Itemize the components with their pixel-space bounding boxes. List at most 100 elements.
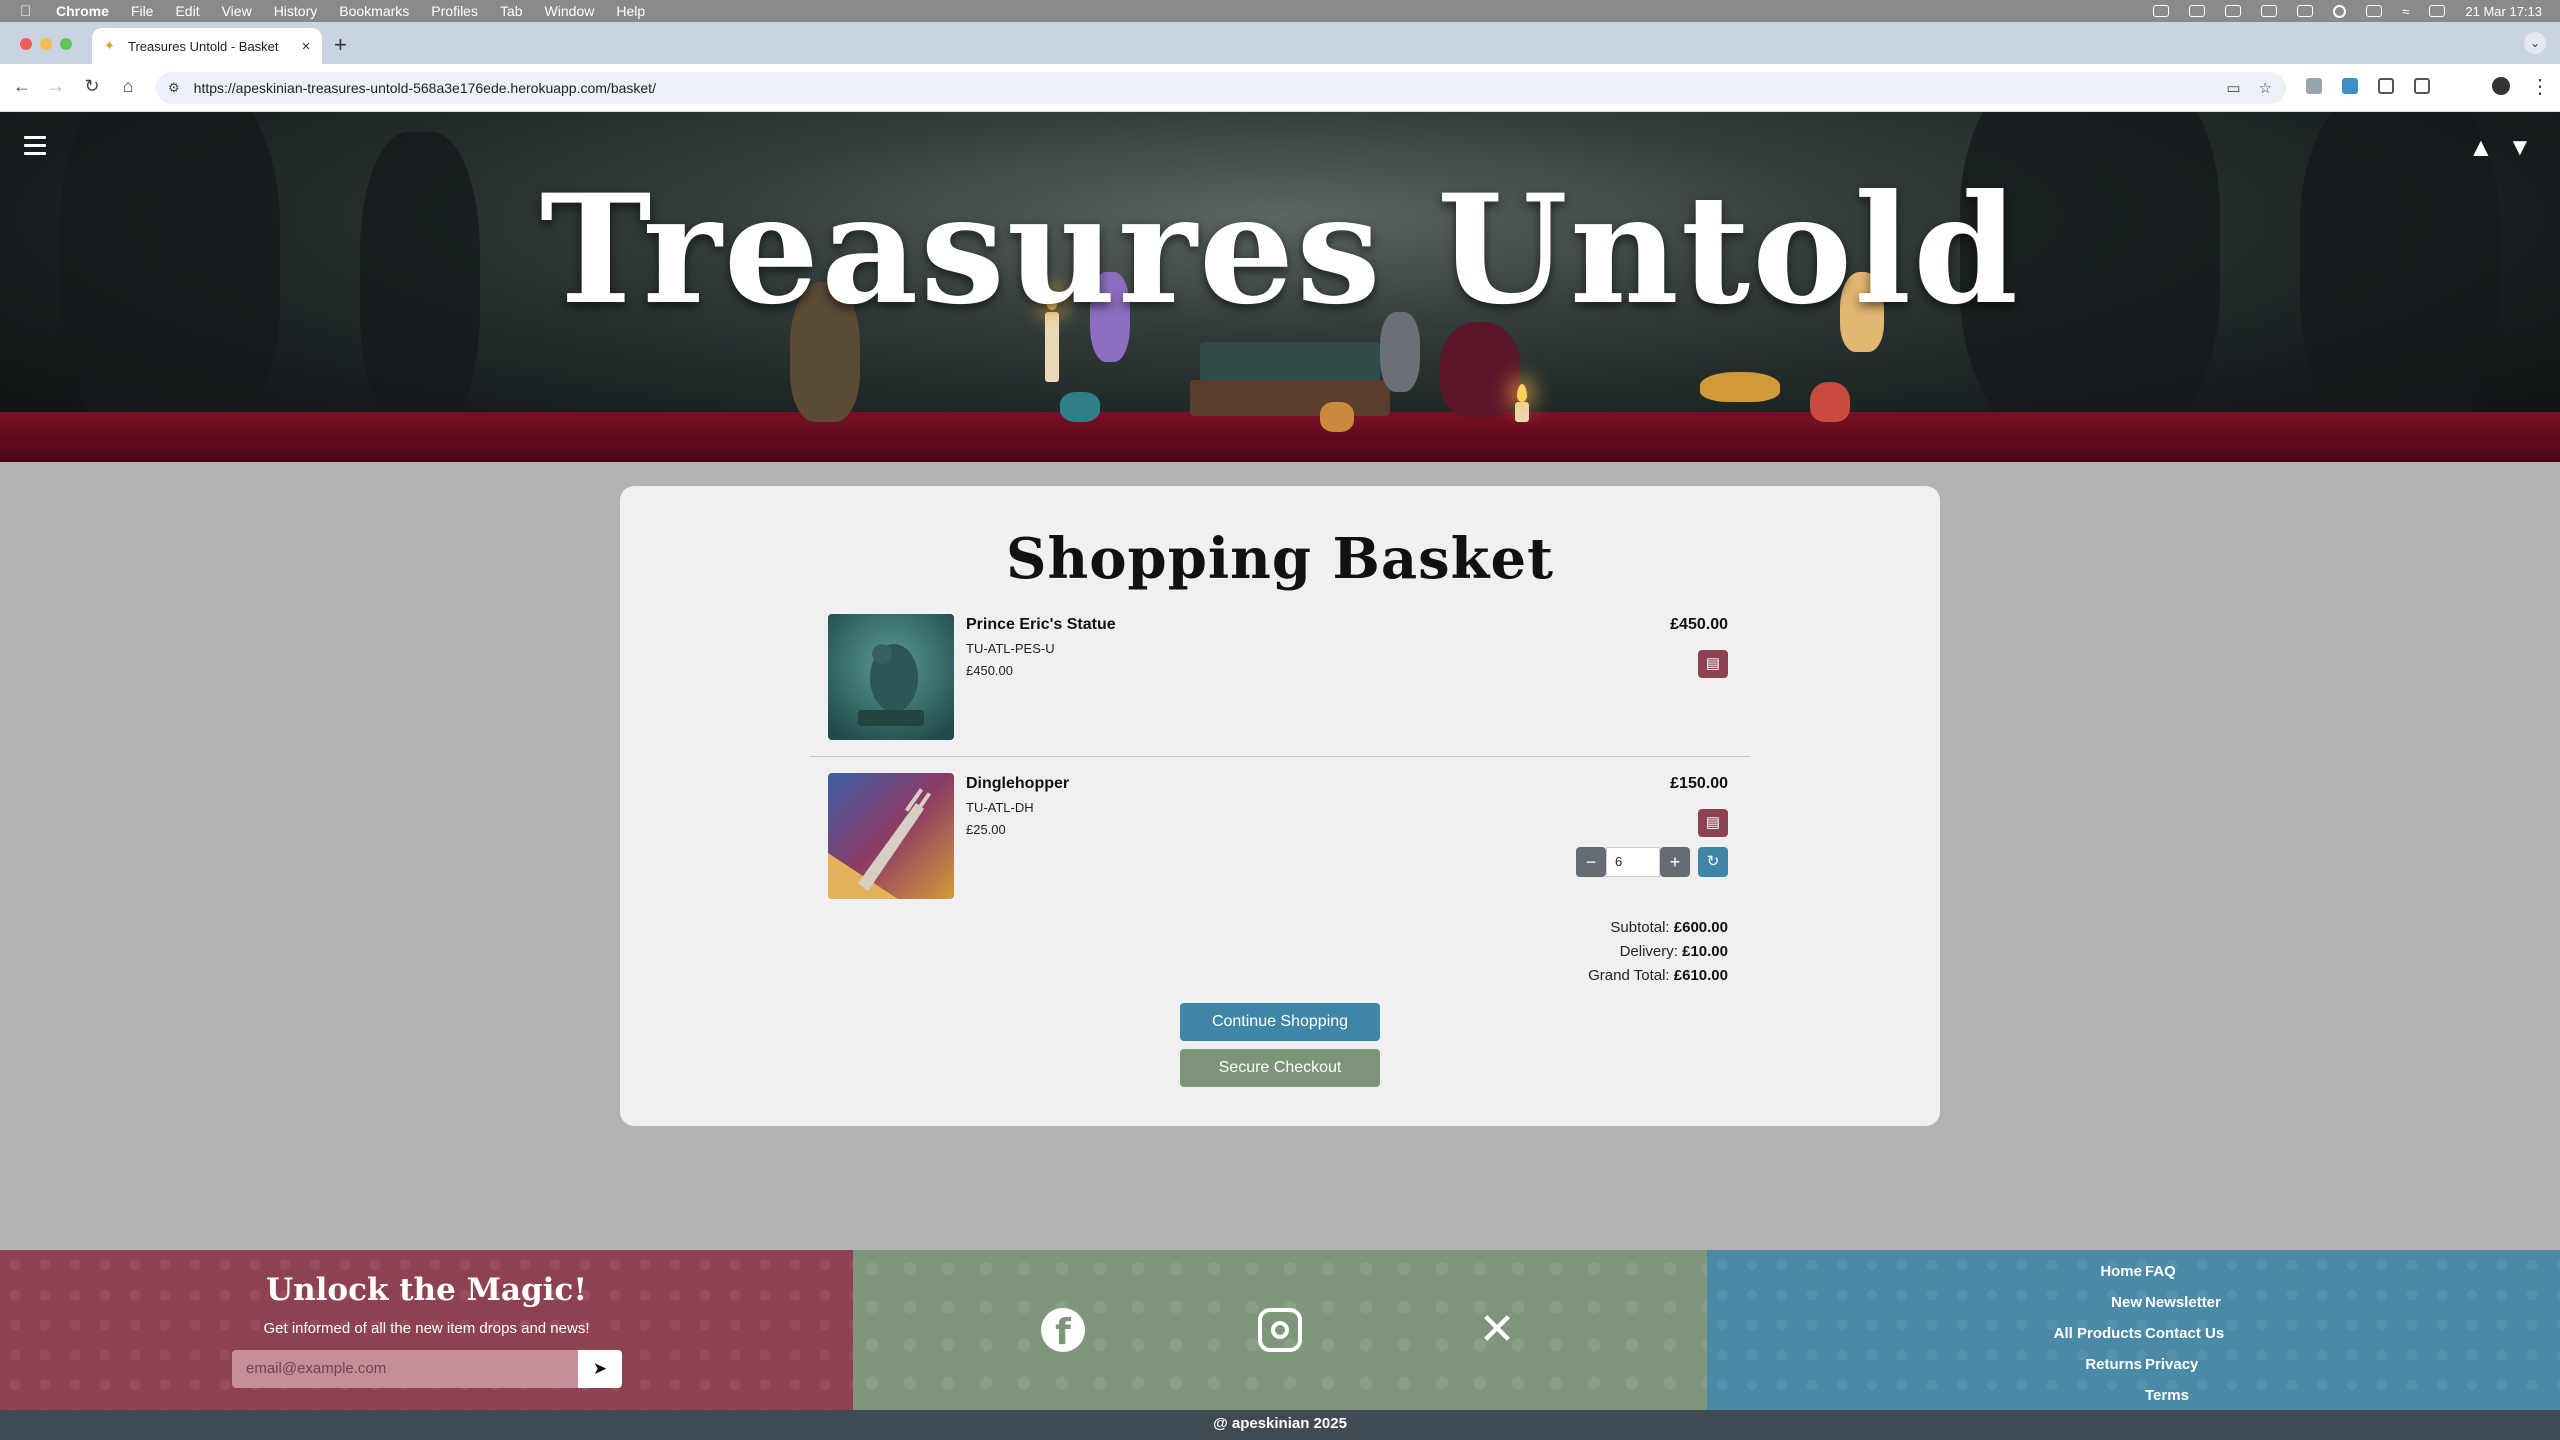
extension-icon[interactable] [2306,78,2322,94]
grand-total-value: £610.00 [1673,967,1728,984]
menu-history[interactable]: History [274,3,318,19]
screenshot-icon[interactable] [2414,78,2430,94]
social-panel: f ✕ [853,1250,1707,1410]
menu-icon[interactable] [24,136,46,160]
increment-button[interactable]: + [1660,847,1690,877]
footer-link-returns[interactable]: Returns [2054,1349,2142,1380]
os-menubar:  Chrome File Edit View History Bookmark… [0,0,2560,22]
cloud-sync-icon[interactable] [2261,5,2278,17]
cloud-icon[interactable] [2153,5,2170,17]
menu-profiles[interactable]: Profiles [431,3,478,19]
record-icon[interactable] [2333,4,2347,18]
menu-window[interactable]: Window [545,3,595,19]
apple-icon[interactable]:  [20,3,36,20]
product-name[interactable]: Dinglehopper [966,775,1069,793]
site-settings-icon[interactable]: ⚙ [168,80,180,96]
battery-icon[interactable] [2366,5,2383,17]
close-window-button[interactable] [20,38,32,50]
trash-icon: ▤ [1705,814,1721,831]
menu-bookmarks[interactable]: Bookmarks [339,3,409,19]
delivery-label: Delivery: [1619,943,1678,960]
grand-total-label: Grand Total: [1588,967,1670,984]
crystal-shape [1320,402,1354,432]
clock-text[interactable]: 21 Mar 17:13 [2465,4,2542,19]
site-logo-title[interactable]: Treasures Untold [0,162,2560,338]
update-quantity-button[interactable]: ↻ [1698,847,1728,877]
subscribe-button[interactable]: ➤ [578,1350,622,1388]
footer-link-faq[interactable]: FAQ [2145,1256,2224,1287]
tab-close-icon[interactable]: × [296,38,316,55]
footer-link-home[interactable]: Home [2054,1256,2142,1287]
footer-links-panel: Home New All Products Returns FAQ Newsle… [1707,1250,2560,1410]
trash-icon: ▤ [1705,655,1721,672]
book-shape [1190,380,1390,416]
extension-icon[interactable] [2342,78,2358,94]
delivery-row: Delivery: £10.00 [1588,940,1728,964]
zoom-window-button[interactable] [60,38,72,50]
footer-link-newsletter[interactable]: Newsletter [2145,1287,2224,1318]
facebook-icon[interactable]: f [1041,1308,1085,1352]
product-unit-price: £25.00 [966,822,1006,837]
profile-avatar[interactable] [2492,77,2510,95]
remove-item-button[interactable]: ▤ [1698,650,1728,678]
cast-icon[interactable] [2297,5,2314,17]
product-thumbnail[interactable] [828,614,954,740]
control-center-icon[interactable] [2429,5,2446,17]
notion-icon[interactable] [2189,5,2206,17]
card-icon[interactable]: ▭ [2226,79,2240,97]
footer-link-privacy[interactable]: Privacy [2145,1349,2224,1380]
more-menu-icon[interactable]: ⋮ [2530,74,2550,99]
menu-help[interactable]: Help [616,3,645,19]
tab-title: Treasures Untold - Basket [128,38,279,54]
decrement-button[interactable]: − [1576,847,1606,877]
menu-view[interactable]: View [222,3,252,19]
site-header-banner: Treasures Untold ▲ ▼ [0,112,2560,462]
send-icon: ➤ [592,1359,608,1378]
menu-app-name[interactable]: Chrome [56,3,109,19]
reload-icon[interactable]: ↻ [80,76,104,97]
quantity-stepper: − 6 + ↻ [1576,847,1728,877]
bookmark-star-icon[interactable]: ☆ [2259,79,2272,97]
footer-link-contact[interactable]: Contact Us [2145,1318,2224,1349]
minimize-window-button[interactable] [40,38,52,50]
new-tab-icon[interactable]: + [334,32,347,58]
quantity-input[interactable]: 6 [1606,847,1660,877]
address-bar[interactable]: ⚙ https://apeskinian-treasures-untold-56… [156,72,2286,104]
instagram-icon[interactable] [1258,1308,1302,1352]
favicon-icon: ✦ [104,38,115,53]
menu-file[interactable]: File [131,3,154,19]
x-twitter-icon[interactable]: ✕ [1475,1308,1519,1352]
footer-link-new[interactable]: New [2054,1287,2142,1318]
puzzle-icon[interactable] [2378,78,2394,94]
basket-card: Shopping Basket Prince Eric's Statue TU-… [620,486,1940,1126]
line-total: £150.00 [1670,775,1728,792]
product-unit-price: £450.00 [966,663,1013,678]
menu-tab[interactable]: Tab [500,3,523,19]
wifi-icon[interactable]: ≈ [2402,4,2409,19]
url-text[interactable]: https://apeskinian-treasures-untold-568a… [194,80,656,96]
calendar-icon[interactable] [2225,5,2242,17]
product-thumbnail[interactable] [828,773,954,899]
wizard-hat-icon[interactable]: ▲ [2468,132,2494,163]
product-sku: TU-ATL-PES-U [966,641,1055,656]
product-name[interactable]: Prince Eric's Statue [966,616,1116,634]
tab-search-icon[interactable]: ⌄ [2524,32,2546,54]
candle-shape [1515,402,1529,422]
table-surface [0,412,2560,462]
browser-toolbar: ← → ↻ ⌂ ⚙ https://apeskinian-treasures-u… [0,64,2560,112]
remove-item-button[interactable]: ▤ [1698,809,1728,837]
tab-active[interactable]: ✦ Treasures Untold - Basket × [92,28,322,64]
status-tray: ≈ 21 Mar 17:13 [2153,0,2542,22]
back-icon[interactable]: ← [10,76,34,97]
basket-icon[interactable]: ▼ [2508,134,2532,162]
subtotal-label: Subtotal: [1610,919,1670,936]
footer-link-all-products[interactable]: All Products [2054,1318,2142,1349]
home-icon[interactable]: ⌂ [116,76,140,97]
email-field[interactable]: email@example.com [232,1350,578,1388]
forward-icon[interactable]: → [44,76,68,97]
footer-link-terms[interactable]: Terms [2145,1380,2224,1410]
crystal-shape [1060,392,1100,422]
continue-shopping-button[interactable]: Continue Shopping [1180,1003,1380,1041]
secure-checkout-button[interactable]: Secure Checkout [1180,1049,1380,1087]
menu-edit[interactable]: Edit [175,3,199,19]
